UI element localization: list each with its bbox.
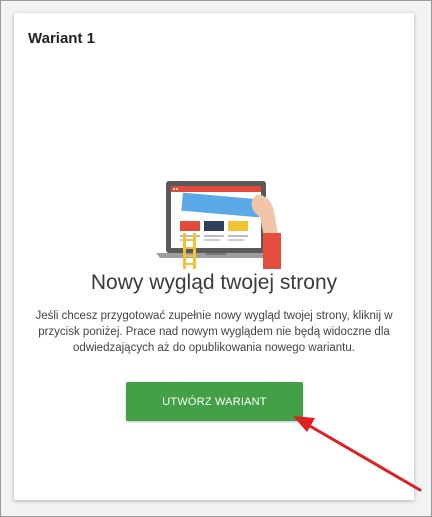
red-arrow-icon: [293, 416, 422, 492]
create-variant-button[interactable]: UTWÓRZ WARIANT: [126, 382, 303, 421]
card-title: Wariant 1: [28, 30, 95, 47]
laptop-with-hand-illustration: [156, 181, 281, 269]
page-headline: Nowy wygląd twojej strony: [90, 271, 338, 294]
description-text: Jeśli chcesz przygotować zupełnie nowy w…: [35, 310, 393, 354]
